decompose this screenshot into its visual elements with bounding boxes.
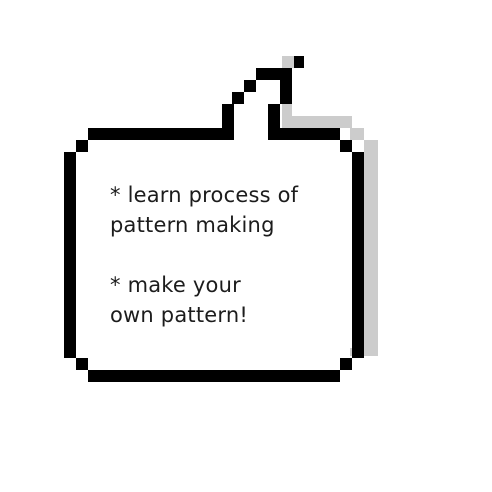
bullet-line-1-continued: pattern making bbox=[110, 213, 275, 237]
bullet-line-2: * make your bbox=[110, 273, 241, 297]
bullet-line-2-continued: own pattern! bbox=[110, 303, 248, 327]
canvas: * learn process of pattern making * make… bbox=[0, 0, 492, 492]
bullet-line-1: * learn process of bbox=[110, 183, 299, 207]
bubble-text: * learn process of pattern making * make… bbox=[110, 180, 340, 330]
